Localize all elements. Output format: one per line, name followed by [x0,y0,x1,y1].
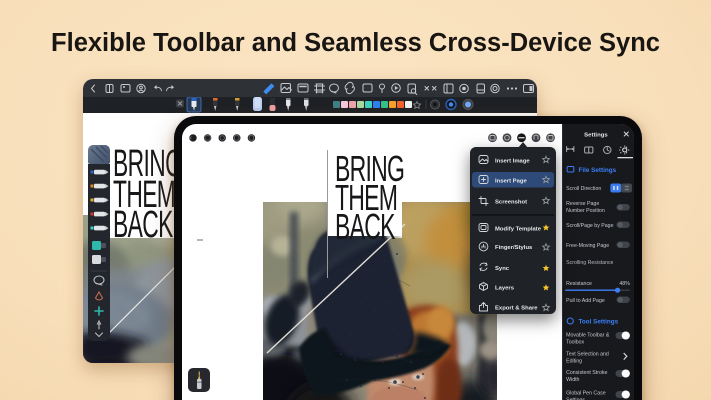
svg-text:Pull to Add Page: Pull to Add Page [566,298,605,304]
svg-text:Insert Image: Insert Image [495,158,530,164]
svg-text:48%: 48% [619,281,630,287]
svg-text:Scroll Direction: Scroll Direction [566,186,601,192]
svg-text:Editing: Editing [566,359,582,365]
svg-text:Text Selection and: Text Selection and [566,352,609,358]
svg-text:Movable Toolbar &: Movable Toolbar & [566,333,610,339]
svg-text:Toolbox: Toolbox [566,340,584,346]
svg-text:Insert Page: Insert Page [495,178,527,184]
svg-text:Global Pen Case: Global Pen Case [566,391,606,397]
svg-text:Width: Width [566,377,579,383]
svg-text:Screenshot: Screenshot [495,199,527,205]
svg-text:Layers: Layers [495,285,515,291]
svg-text:Tool Settings: Tool Settings [578,319,618,326]
svg-text:Scrolling Resistance: Scrolling Resistance [566,260,614,266]
svg-text:Export & Share: Export & Share [495,305,538,311]
svg-text:Consistent Stroke: Consistent Stroke [566,370,607,376]
svg-text:Scroll/Page by Page: Scroll/Page by Page [566,223,614,229]
svg-text:File Settings: File Settings [578,167,616,174]
svg-text:Number Position: Number Position [566,208,605,214]
svg-text:Settings: Settings [584,133,608,139]
svg-text:Sync: Sync [495,266,510,272]
svg-text:Finger/Stylus: Finger/Stylus [495,245,533,251]
svg-text:Free-Moving Page: Free-Moving Page [566,243,609,249]
svg-text:Modify Template: Modify Template [495,226,542,232]
svg-text:Reverse Page: Reverse Page [566,201,599,207]
svg-text:Resistance: Resistance [566,281,592,287]
